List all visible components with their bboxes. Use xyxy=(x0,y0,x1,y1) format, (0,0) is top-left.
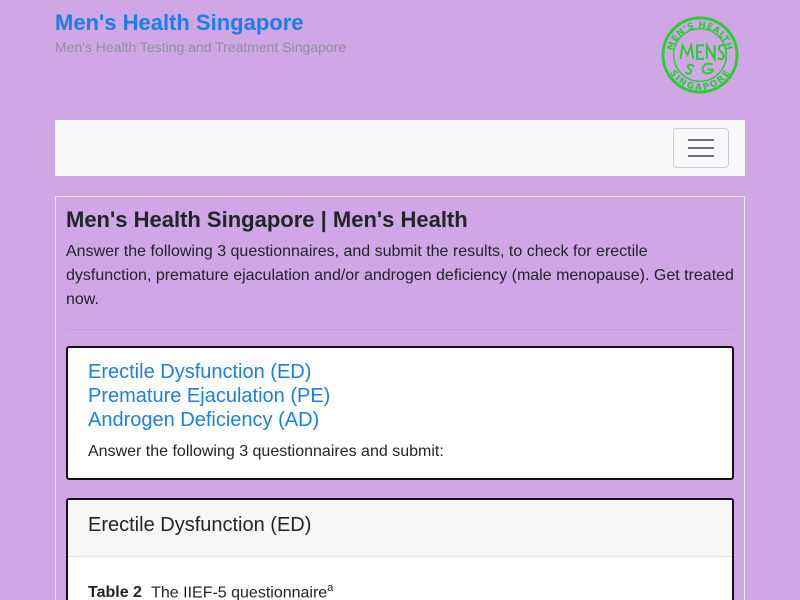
navbar xyxy=(55,120,745,176)
ed-card-header: Erectile Dysfunction (ED) xyxy=(68,500,732,557)
menu-toggle-button[interactable] xyxy=(673,128,729,168)
hamburger-icon-line xyxy=(688,147,714,149)
ed-card-body: Table 2 The IIEF-5 questionnairea xyxy=(68,557,732,600)
ed-card-title: Erectile Dysfunction (ED) xyxy=(88,514,312,536)
intro-text: Answer the following 3 questionnaires, a… xyxy=(66,243,734,308)
page-title: Men's Health Singapore | Men's Health xyxy=(66,207,468,232)
hamburger-icon-line xyxy=(688,155,714,157)
table-title: The IIEF-5 questionnaire xyxy=(151,584,328,600)
answer-instruction: Answer the following 3 questionnaires an… xyxy=(88,443,444,460)
link-premature-ejaculation[interactable]: Premature Ejaculation (PE) xyxy=(88,384,712,408)
table-caption: Table 2 The IIEF-5 questionnairea xyxy=(88,577,712,600)
page-container: Men's Health Singapore Men's Health Test… xyxy=(55,0,745,600)
hamburger-icon xyxy=(688,139,714,141)
main-content: Men's Health Singapore | Men's Health An… xyxy=(55,196,745,600)
ed-questionnaire-card: Erectile Dysfunction (ED) Table 2 The II… xyxy=(66,498,734,600)
link-androgen-deficiency[interactable]: Androgen Deficiency (AD) xyxy=(88,408,712,432)
table-footnote-marker: a xyxy=(327,582,334,594)
logo-mark xyxy=(679,41,726,75)
table-label: Table 2 xyxy=(88,584,142,600)
link-erectile-dysfunction[interactable]: Erectile Dysfunction (ED) xyxy=(88,360,712,384)
site-tagline: Men's Health Testing and Treatment Singa… xyxy=(55,39,347,55)
divider xyxy=(66,329,734,330)
site-title-link[interactable]: Men's Health Singapore xyxy=(55,8,304,38)
site-header: Men's Health Singapore Men's Health Test… xyxy=(55,0,745,120)
questionnaire-links-box: Erectile Dysfunction (ED) Premature Ejac… xyxy=(66,346,734,480)
site-logo[interactable]: MEN'S HEALTH SINGAPORE xyxy=(661,16,739,94)
